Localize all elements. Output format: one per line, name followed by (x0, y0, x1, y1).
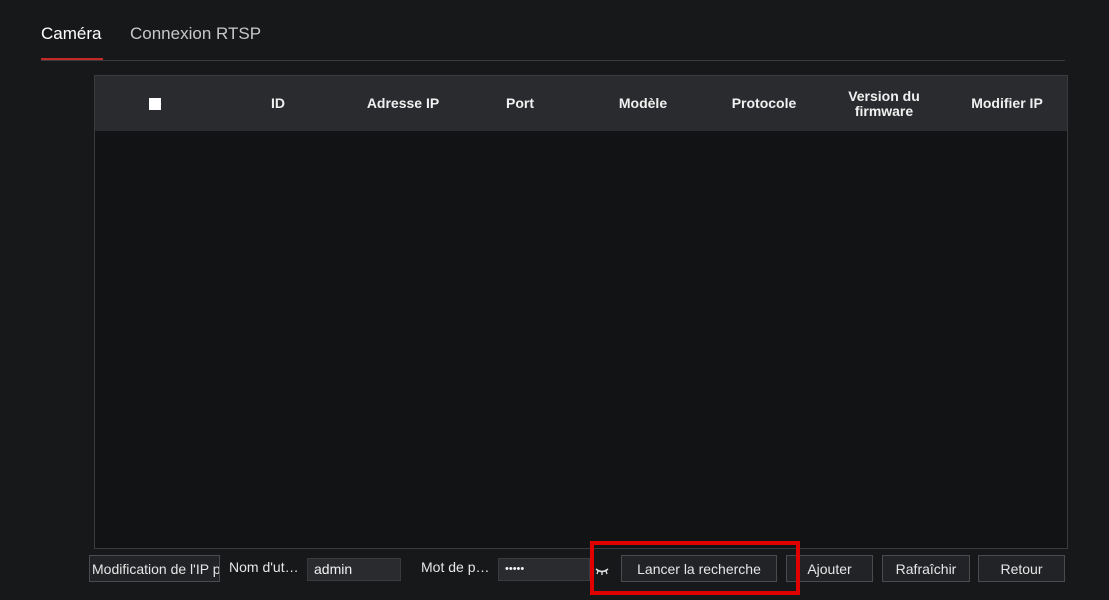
eye-hidden-icon[interactable] (595, 565, 609, 575)
username-label: Nom d'ut… (229, 559, 299, 575)
column-header-protocol: Protocole (731, 95, 797, 111)
column-header-firmware-version: Version du firmware (848, 87, 920, 119)
column-header-port: Port (506, 95, 534, 111)
camera-table: ID Adresse IP Port Modèle Protocole Vers… (94, 75, 1068, 549)
tab-camera[interactable]: Caméra (41, 24, 101, 44)
column-header-ip-address: Adresse IP (366, 95, 440, 111)
back-button[interactable]: Retour (978, 555, 1065, 582)
tab-rtsp-connection[interactable]: Connexion RTSP (130, 24, 261, 44)
refresh-button[interactable]: Rafraîchir (882, 555, 970, 582)
table-body (95, 131, 1067, 548)
username-input[interactable]: admin (307, 558, 401, 581)
select-all-checkbox[interactable] (149, 97, 161, 110)
modify-ip-button[interactable]: Modification de l'IP p (89, 555, 220, 582)
select-all-header (125, 76, 185, 131)
column-header-model: Modèle (618, 95, 668, 111)
start-search-button[interactable]: Lancer la recherche (621, 555, 777, 582)
column-header-modify-ip: Modifier IP (971, 95, 1043, 111)
footer-toolbar: Modification de l'IP p Nom d'ut… admin M… (0, 555, 1109, 587)
active-tab-indicator (41, 58, 103, 60)
table-header: ID Adresse IP Port Modèle Protocole Vers… (95, 76, 1067, 131)
password-label: Mot de p… (421, 559, 490, 575)
password-input[interactable]: ••••• (498, 558, 590, 581)
tab-bar: Caméra Connexion RTSP (41, 24, 1065, 61)
column-header-id: ID (271, 95, 285, 111)
add-button[interactable]: Ajouter (786, 555, 873, 582)
